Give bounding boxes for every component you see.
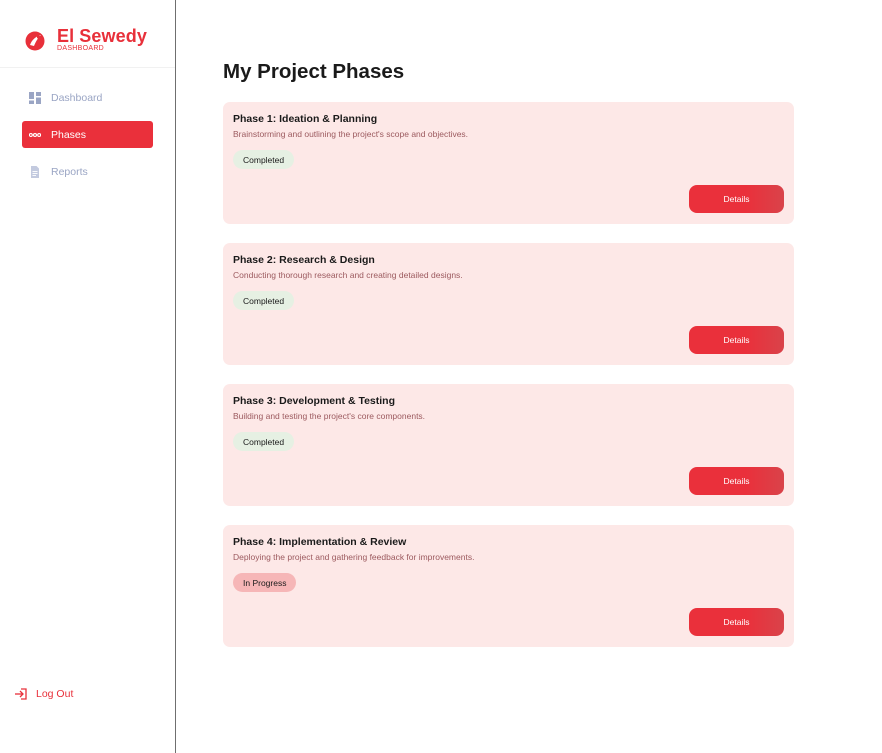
brand-name: El Sewedy (57, 26, 147, 46)
phase-card: Phase 4: Implementation & Review Deployi… (223, 525, 794, 647)
phase-description: Conducting thorough research and creatin… (233, 270, 463, 280)
details-button[interactable]: Details (689, 467, 784, 495)
brand-header: El Sewedy DASHBOARD (0, 0, 175, 68)
status-badge: In Progress (233, 573, 297, 592)
phase-title: Phase 1: Ideation & Planning (233, 113, 378, 125)
status-badge: Completed (233, 150, 295, 169)
sidebar-item-reports[interactable]: Reports (22, 158, 153, 185)
phases-dots-icon (29, 129, 41, 141)
details-button[interactable]: Details (689, 608, 784, 636)
sidebar-item-label: Reports (51, 165, 88, 178)
phase-description: Building and testing the project's core … (233, 411, 426, 421)
phase-card: Phase 2: Research & Design Conducting th… (223, 243, 794, 365)
phase-title: Phase 2: Research & Design (233, 254, 375, 266)
phase-title: Phase 4: Implementation & Review (233, 536, 407, 548)
sidebar-item-phases[interactable]: Phases (22, 121, 153, 148)
details-button[interactable]: Details (689, 326, 784, 354)
details-button[interactable]: Details (689, 185, 784, 213)
phase-description: Brainstorming and outlining the project'… (233, 129, 469, 139)
page-title: My Project Phases (223, 60, 405, 83)
document-icon (29, 165, 41, 178)
sidebar-item-dashboard[interactable]: Dashboard (22, 84, 153, 111)
logout-button[interactable]: Log Out (14, 686, 73, 702)
sidebar-item-label: Phases (51, 128, 87, 141)
app-root: El Sewedy DASHBOARD Dashboard Phases Rep… (0, 0, 882, 753)
brand-subtitle: DASHBOARD (57, 45, 105, 52)
status-badge: Completed (233, 291, 295, 310)
dashboard-grid-icon (29, 91, 41, 104)
sidebar-item-label: Dashboard (51, 91, 103, 104)
sidebar: El Sewedy DASHBOARD Dashboard Phases Rep… (0, 0, 176, 753)
phase-card: Phase 3: Development & Testing Building … (223, 384, 794, 506)
phase-title: Phase 3: Development & Testing (233, 395, 396, 407)
brand-logo-icon (25, 31, 45, 51)
phase-description: Deploying the project and gathering feed… (233, 552, 475, 562)
phase-card: Phase 1: Ideation & Planning Brainstormi… (223, 102, 794, 224)
logout-label: Log Out (36, 688, 74, 700)
status-badge: Completed (233, 432, 295, 451)
logout-icon (15, 688, 27, 700)
